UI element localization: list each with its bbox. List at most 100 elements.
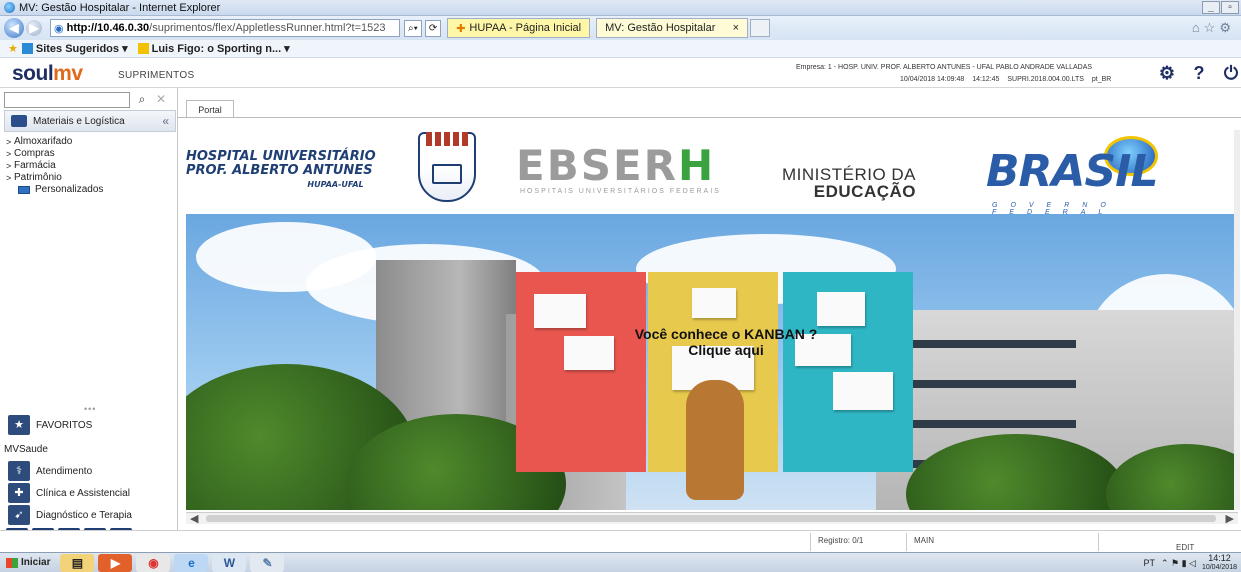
maximize-button[interactable]: ▫ bbox=[1221, 1, 1239, 14]
chrome-icon[interactable]: ◉ bbox=[136, 553, 171, 572]
favorite-link-label: Luis Figo: o Sporting n... ▾ bbox=[151, 43, 290, 55]
window-row bbox=[896, 380, 1076, 388]
chevron-right-icon: > bbox=[6, 173, 12, 183]
vertical-scrollbar[interactable] bbox=[1234, 130, 1240, 510]
menu-search-field[interactable] bbox=[4, 92, 130, 108]
chevron-right-icon: > bbox=[6, 149, 12, 159]
paint-icon[interactable]: ✎ bbox=[250, 553, 285, 572]
tab-portal[interactable]: Portal bbox=[186, 100, 234, 118]
clock-time: 14:12 bbox=[1208, 553, 1231, 563]
tab-mv-gestao[interactable]: MV: Gestão Hospitalar × bbox=[596, 18, 749, 38]
forward-button[interactable]: ▶ bbox=[26, 20, 42, 36]
menu-header-materiais[interactable]: Materiais e Logística « bbox=[4, 110, 176, 132]
menu-item-label: Farmácia bbox=[14, 160, 56, 171]
scroll-left-icon[interactable]: ◀ bbox=[190, 512, 198, 525]
word-icon[interactable]: W bbox=[212, 553, 247, 572]
menu-item-label: Patrimônio bbox=[14, 172, 62, 183]
menu-item-label: Almoxarifado bbox=[14, 136, 73, 147]
tab-close-icon[interactable]: × bbox=[733, 22, 739, 34]
suggested-sites[interactable]: Sites Sugeridos ▾ bbox=[21, 42, 128, 55]
favorites-section[interactable]: ★ FAVORITOS bbox=[8, 414, 176, 436]
kanban-line2: Clique aqui bbox=[688, 342, 764, 358]
session-time: 14:12:45 bbox=[972, 76, 1000, 83]
hospital-photo[interactable]: Você conhece o KANBAN ? Clique aqui bbox=[186, 214, 1238, 510]
computer-icon bbox=[18, 186, 30, 194]
menu-item-personalizados[interactable]: Personalizados bbox=[6, 184, 174, 196]
file-explorer-icon[interactable]: ▤ bbox=[60, 553, 95, 572]
scroll-right-icon[interactable]: ▶ bbox=[1226, 512, 1234, 525]
section-label: Clínica e Assistencial bbox=[36, 487, 130, 499]
suggested-sites-icon bbox=[21, 43, 33, 54]
search-icon[interactable]: ⌕ bbox=[134, 92, 150, 108]
scroll-thumb[interactable] bbox=[206, 515, 1216, 522]
kanban-line1: Você conhece o KANBAN ? bbox=[634, 326, 818, 342]
hospital-line1: HOSPITAL UNIVERSITÁRIO bbox=[186, 149, 376, 164]
menu-item-farmacia[interactable]: > Farmácia bbox=[6, 160, 174, 172]
refresh-icon[interactable]: ⟳ bbox=[424, 19, 442, 37]
governo-federal: GOVERNO FEDERAL bbox=[992, 202, 1119, 214]
clock-date: 10/04/2018 bbox=[1201, 564, 1237, 571]
search-dropdown-icon[interactable]: ⌕▾ bbox=[404, 19, 422, 37]
truck-icon bbox=[11, 115, 27, 127]
address-bar[interactable]: ◉ http://10.46.0.30 /suprimentos/flex/Ap… bbox=[50, 19, 400, 37]
start-button[interactable]: Iniciar bbox=[0, 554, 56, 572]
window-controls: _ ▫ bbox=[1202, 1, 1239, 14]
section-clinica[interactable]: ✚ Clínica e Assistencial bbox=[8, 482, 176, 504]
header-actions: ⚙ ? ⏻ bbox=[1157, 63, 1241, 84]
help-icon[interactable]: ? bbox=[1189, 63, 1209, 84]
menu-item-almoxarifado[interactable]: > Almoxarifado bbox=[6, 136, 174, 148]
system-clock[interactable]: 14:12 10/04/2018 bbox=[1202, 554, 1237, 572]
sticky-note bbox=[817, 292, 865, 326]
window-titlebar: MV: Gestão Hospitalar - Internet Explore… bbox=[0, 0, 1241, 16]
media-player-icon[interactable]: ▶ bbox=[98, 553, 133, 572]
group-mvsaude[interactable]: MVSaude bbox=[4, 444, 48, 455]
menu-item-patrimonio[interactable]: > Patrimônio bbox=[6, 172, 174, 184]
app-statusbar: Registro: 0/1 MAIN EDIT bbox=[0, 530, 1241, 552]
new-tab-button[interactable] bbox=[750, 19, 771, 37]
status-divider bbox=[906, 533, 907, 551]
tab-divider bbox=[178, 117, 1241, 118]
page-icon bbox=[137, 43, 149, 54]
minimize-button[interactable]: _ bbox=[1202, 1, 1220, 14]
resize-handle[interactable]: ••• bbox=[84, 404, 96, 414]
section-label: Atendimento bbox=[36, 465, 93, 477]
status-edit: EDIT bbox=[1176, 543, 1195, 552]
page-icon: ◉ bbox=[54, 22, 64, 35]
ebserh-subtitle: HOSPITAIS UNIVERSITÁRIOS FEDERAIS bbox=[520, 188, 721, 195]
settings-gear-icon[interactable]: ⚙ bbox=[1157, 63, 1177, 84]
internet-explorer-icon[interactable]: e bbox=[174, 553, 209, 572]
star-icon: ★ bbox=[8, 415, 30, 435]
tab-label: MV: Gestão Hospitalar bbox=[605, 22, 716, 34]
favorites-star-icon[interactable]: ★ bbox=[8, 42, 18, 55]
menu-header-label: Materiais e Logística bbox=[33, 115, 125, 127]
tab-hupaa[interactable]: ✚ HUPAA - Página Inicial bbox=[447, 18, 591, 38]
system-tray: PT ⌃ ⚑ ▮ ◁ 14:12 10/04/2018 bbox=[1143, 554, 1237, 572]
horizontal-scrollbar[interactable]: ◀ ▶ bbox=[186, 512, 1238, 525]
language-indicator[interactable]: PT bbox=[1143, 558, 1155, 568]
sticky-note bbox=[564, 336, 614, 370]
hospital-name: HOSPITAL UNIVERSITÁRIO PROF. ALBERTO ANT… bbox=[186, 150, 376, 192]
section-diagnostico[interactable]: ➹ Diagnóstico e Terapia bbox=[8, 504, 176, 526]
stethoscope-icon: ⚕ bbox=[8, 461, 30, 481]
ebserh-text: EBSER bbox=[516, 141, 678, 190]
crest-towers bbox=[426, 132, 468, 146]
tray-icons[interactable]: ⌃ ⚑ ▮ ◁ bbox=[1161, 558, 1196, 569]
menu-item-compras[interactable]: > Compras bbox=[6, 148, 174, 160]
favorites-label: FAVORITOS bbox=[36, 419, 93, 431]
hand-illustration bbox=[686, 380, 744, 500]
collapse-sidebar-icon[interactable]: « bbox=[162, 114, 169, 128]
favorite-link[interactable]: Luis Figo: o Sporting n... ▾ bbox=[137, 42, 290, 55]
clear-icon[interactable]: ✕ bbox=[153, 92, 169, 108]
menu-search-input[interactable] bbox=[5, 93, 129, 107]
address-tools: ⌕▾ ⟳ bbox=[404, 19, 442, 37]
kanban-link[interactable]: Você conhece o KANBAN ? Clique aqui bbox=[616, 326, 836, 358]
windows-taskbar: Iniciar ▤ ▶ ◉ e W ✎ PT ⌃ ⚑ ▮ ◁ 14:12 10/… bbox=[0, 552, 1241, 572]
home-favorites-icons[interactable]: ⌂☆⚙ bbox=[1192, 20, 1235, 36]
section-atendimento[interactable]: ⚕ Atendimento bbox=[8, 460, 176, 482]
status-divider bbox=[810, 533, 811, 551]
power-icon[interactable]: ⏻ bbox=[1221, 63, 1241, 84]
ebserh-logo: EBSERH bbox=[516, 145, 715, 187]
back-button[interactable]: ◀ bbox=[4, 18, 24, 38]
sticky-note bbox=[692, 288, 736, 318]
sidebar: ⌕ ✕ Materiais e Logística « > Almoxarifa… bbox=[0, 88, 178, 552]
